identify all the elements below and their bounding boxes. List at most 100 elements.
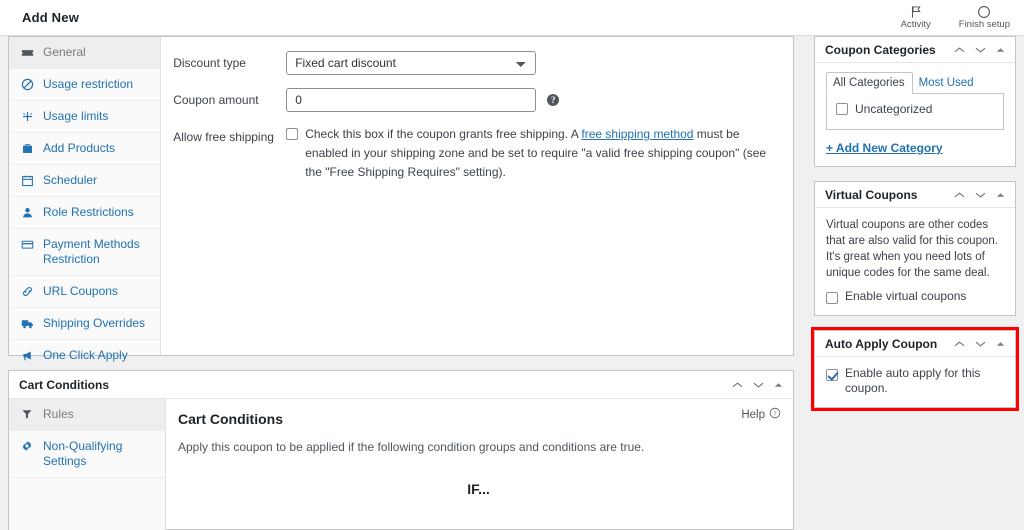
cart-conditions-nav: Rules Non-Qualifying Settings (9, 399, 166, 530)
collapse-icon[interactable] (996, 192, 1005, 198)
link-icon (21, 284, 35, 298)
block-icon (21, 77, 35, 91)
free-shipping-text-before: Check this box if the coupon grants free… (305, 127, 582, 141)
move-down-icon[interactable] (753, 381, 764, 389)
coupon-amount-row: Coupon amount ? (173, 88, 781, 112)
coupon-categories-list: Uncategorized (826, 94, 1004, 130)
move-down-icon[interactable] (975, 340, 986, 348)
allow-free-shipping-row: Allow free shipping Check this box if th… (173, 125, 781, 182)
filter-icon (21, 407, 35, 420)
sidebar-item-usage-restriction[interactable]: Usage restriction (9, 69, 161, 101)
sidebar-item-shipping-overrides[interactable]: Shipping Overrides (9, 308, 161, 340)
sidebar-item-usage-limits-label: Usage limits (43, 109, 109, 123)
cart-conditions-heading: Cart Conditions (178, 411, 283, 427)
help-tip-icon[interactable]: ? (547, 94, 560, 106)
virtual-coupons-panel: Virtual Coupons Virtual coupons are othe… (814, 181, 1016, 316)
free-shipping-method-link[interactable]: free shipping method (581, 127, 693, 141)
enable-auto-apply-label: Enable auto apply for this coupon. (845, 366, 981, 395)
right-rail: Coupon Categories All Categories Most Us… (811, 36, 1019, 422)
cart-conditions-item-rules-label: Rules (43, 407, 74, 421)
collapse-icon[interactable] (774, 382, 783, 388)
panel-controls (954, 191, 1005, 199)
coupon-categories-body: All Categories Most Used Uncategorized +… (815, 63, 1015, 166)
move-up-icon[interactable] (954, 46, 965, 54)
circle-icon (977, 5, 991, 19)
discount-type-select[interactable]: Fixed cart discount (286, 51, 537, 75)
activity-button[interactable]: Activity (887, 0, 945, 36)
cart-conditions-content: Help ? Cart Conditions Apply this coupon… (166, 399, 793, 530)
sidebar-item-general[interactable]: General (9, 37, 161, 69)
user-icon (21, 205, 35, 219)
free-shipping-checkbox[interactable] (286, 128, 299, 140)
truck-icon (21, 316, 35, 330)
question-mark-icon: ? (769, 407, 781, 422)
virtual-coupons-body: Virtual coupons are other codes that are… (815, 208, 1015, 315)
cart-conditions-item-non-qualifying-settings[interactable]: Non-Qualifying Settings (9, 431, 165, 478)
coupon-categories-header: Coupon Categories (815, 37, 1015, 63)
sidebar-item-shipping-overrides-label: Shipping Overrides (43, 316, 146, 330)
sidebar-item-add-products[interactable]: Add Products (9, 133, 161, 165)
cart-conditions-header: Cart Conditions (9, 371, 793, 399)
discount-type-row: Discount type Fixed cart discount (173, 51, 781, 75)
move-down-icon[interactable] (975, 191, 986, 199)
sidebar-item-role-restrictions-label: Role Restrictions (43, 205, 134, 219)
sidebar-item-add-products-label: Add Products (43, 141, 116, 155)
move-up-icon[interactable] (732, 381, 743, 389)
cart-conditions-if-label: IF... (467, 481, 490, 497)
cart-conditions-body: Rules Non-Qualifying Settings Help ? Car… (9, 399, 793, 530)
cart-conditions-item-rules[interactable]: Rules (9, 399, 165, 431)
flag-icon (909, 5, 923, 19)
cart-conditions-panel-title: Cart Conditions (19, 377, 109, 392)
sidebar-item-url-coupons-label: URL Coupons (43, 284, 118, 298)
move-up-icon[interactable] (954, 340, 965, 348)
ticket-icon (21, 45, 35, 59)
coupon-data-panel: General Usage restriction Usage limits A… (8, 36, 794, 372)
cart-conditions-item-non-qualifying-settings-label: Non-Qualifying Settings (43, 439, 123, 468)
gear-icon (21, 439, 35, 452)
coupon-data-form: Discount type Fixed cart discount Coupon… (161, 37, 793, 355)
tab-all-categories[interactable]: All Categories (826, 72, 913, 94)
help-label: Help (741, 408, 765, 421)
sidebar-item-payment-methods-restriction[interactable]: Payment Methods Restriction (9, 229, 161, 276)
cart-conditions-subtext: Apply this coupon to be applied if the f… (178, 440, 645, 454)
enable-virtual-coupons-row[interactable]: Enable virtual coupons (826, 289, 1004, 304)
help-link[interactable]: Help ? (741, 407, 781, 422)
auto-apply-coupon-body: Enable auto apply for this coupon. (815, 357, 1015, 407)
top-bar: Add New Activity Finish setup (0, 0, 1024, 36)
sidebar-item-url-coupons[interactable]: URL Coupons (9, 276, 161, 308)
enable-auto-apply-row[interactable]: Enable auto apply for this coupon. (826, 366, 1004, 396)
collapse-icon[interactable] (996, 341, 1005, 347)
sidebar-item-scheduler-label: Scheduler (43, 173, 98, 187)
auto-apply-coupon-title: Auto Apply Coupon (825, 336, 938, 351)
free-shipping-description: Check this box if the coupon grants free… (305, 125, 781, 182)
add-new-category-link[interactable]: + Add New Category (826, 141, 943, 155)
sidebar-item-one-click-apply[interactable]: One Click Apply (9, 340, 161, 372)
page-title: Add New (22, 10, 80, 25)
coupon-amount-input[interactable] (286, 88, 537, 112)
activity-label: Activity (900, 19, 931, 30)
category-checkbox-uncategorized[interactable] (836, 103, 848, 115)
move-up-icon[interactable] (954, 191, 965, 199)
calendar-icon (21, 173, 35, 187)
svg-text:?: ? (774, 411, 777, 418)
cart-conditions-panel: Cart Conditions Rules Non-Qualifying Set… (8, 370, 794, 530)
panel-controls (954, 340, 1005, 348)
collapse-icon[interactable] (996, 47, 1005, 53)
sidebar-item-role-restrictions[interactable]: Role Restrictions (9, 197, 161, 229)
enable-auto-apply-checkbox[interactable] (826, 369, 838, 381)
megaphone-icon (21, 348, 35, 362)
move-down-icon[interactable] (975, 46, 986, 54)
sidebar-item-scheduler[interactable]: Scheduler (9, 165, 161, 197)
plus-icon (21, 109, 35, 123)
finish-setup-button[interactable]: Finish setup (945, 0, 1024, 36)
coupon-categories-title: Coupon Categories (825, 42, 936, 57)
tab-most-used[interactable]: Most Used (913, 73, 981, 93)
panel-controls (732, 381, 783, 389)
auto-apply-coupon-header: Auto Apply Coupon (815, 331, 1015, 357)
coupon-categories-tabs: All Categories Most Used (826, 72, 1004, 94)
enable-virtual-coupons-checkbox[interactable] (826, 292, 838, 304)
category-label-uncategorized: Uncategorized (855, 102, 933, 116)
coupon-data-nav: General Usage restriction Usage limits A… (9, 37, 162, 372)
finish-setup-label: Finish setup (958, 19, 1010, 30)
sidebar-item-usage-limits[interactable]: Usage limits (9, 101, 161, 133)
